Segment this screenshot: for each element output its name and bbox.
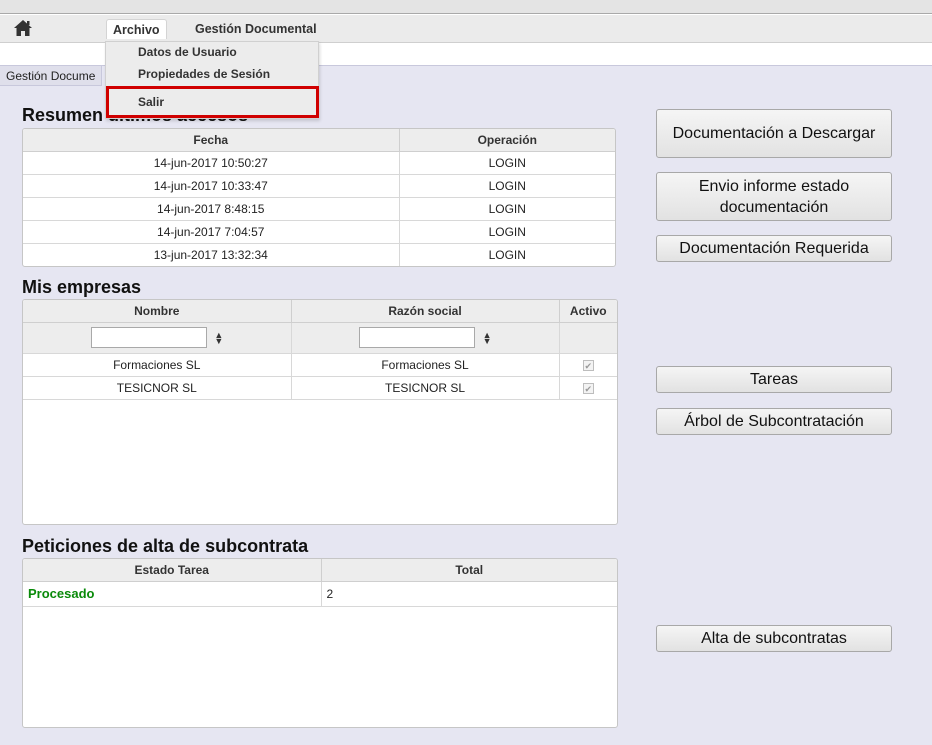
menu-item-propiedades-sesion[interactable]: Propiedades de Sesión [138,67,270,81]
menu-item-datos-usuario[interactable]: Datos de Usuario [138,45,237,59]
empresas-title: Mis empresas [22,277,142,297]
column-header-estado-tarea[interactable]: Estado Tarea [23,559,322,582]
table-row[interactable]: 14-jun-2017 10:33:47 LOGIN [23,174,615,198]
cell-razon-social: Formaciones SL [291,353,560,377]
peticiones-table: Estado Tarea Total Procesado 2 [22,558,618,728]
filter-cell-razon-social: ▲ ▼ [291,322,560,354]
filter-cell-activo [559,322,617,354]
cell-operacion: LOGIN [399,197,615,221]
alta-subcontratas-button[interactable]: Alta de subcontratas [656,625,892,652]
menu-bar: Archivo Gestión Documental [0,15,932,43]
home-icon[interactable] [13,19,33,37]
empresas-table: Nombre Razón social Activo ▲ ▼ ▲ ▼ Forma… [22,299,618,525]
table-row[interactable]: 13-jun-2017 13:32:34 LOGIN [23,243,615,266]
main-content: Gestión Docume Resumen últimos accesos F… [0,65,932,745]
cell-nombre: TESICNOR SL [23,376,292,400]
cell-fecha: 13-jun-2017 13:32:34 [23,243,400,266]
salir-highlight-box [106,86,319,118]
documentacion-requerida-button[interactable]: Documentación Requerida [656,235,892,262]
sort-icon[interactable]: ▲ ▼ [483,330,492,345]
cell-nombre: Formaciones SL [23,353,292,377]
cell-activo: ✔ [559,353,617,377]
cell-estado-tarea: Procesado [23,581,322,607]
cell-activo: ✔ [559,376,617,400]
activo-checkbox[interactable]: ✔ [582,382,594,394]
window-top-strip [0,0,932,14]
nombre-filter-input[interactable] [91,327,208,348]
table-row[interactable]: 14-jun-2017 10:50:27 LOGIN [23,151,615,175]
column-header-operacion[interactable]: Operación [399,129,615,152]
filter-cell-nombre: ▲ ▼ [23,322,292,354]
documentacion-descargar-button[interactable]: Documentación a Descargar [656,109,892,158]
cell-fecha: 14-jun-2017 10:50:27 [23,151,400,175]
arbol-subcontratacion-button[interactable]: Árbol de Subcontratación [656,408,892,435]
cell-razon-social: TESICNOR SL [291,376,560,400]
column-header-total[interactable]: Total [321,559,617,582]
menu-gestion-documental[interactable]: Gestión Documental [189,19,323,39]
menu-archivo[interactable]: Archivo [106,19,167,39]
column-header-activo[interactable]: Activo [559,300,617,323]
sort-icon[interactable]: ▲ ▼ [214,330,223,345]
tab-gestion-documental[interactable]: Gestión Docume [0,66,103,86]
envio-informe-button[interactable]: Envio informe estado documentación [656,172,892,221]
razon-social-filter-input[interactable] [359,327,476,348]
table-row[interactable]: 14-jun-2017 7:04:57 LOGIN [23,220,615,244]
table-row[interactable]: 14-jun-2017 8:48:15 LOGIN [23,197,615,221]
cell-fecha: 14-jun-2017 10:33:47 [23,174,400,198]
cell-fecha: 14-jun-2017 7:04:57 [23,220,400,244]
column-header-nombre[interactable]: Nombre [23,300,292,323]
peticiones-title: Peticiones de alta de subcontrata [22,536,309,556]
column-header-razon-social[interactable]: Razón social [291,300,560,323]
cell-operacion: LOGIN [488,247,526,262]
table-row[interactable]: Formaciones SL Formaciones SL ✔ [23,353,617,377]
activo-checkbox[interactable]: ✔ [582,359,594,371]
table-row[interactable]: TESICNOR SL TESICNOR SL ✔ [23,376,617,400]
cell-operacion: LOGIN [399,174,615,198]
column-header-fecha[interactable]: Fecha [23,129,400,152]
cell-operacion: LOGIN [399,220,615,244]
cell-fecha: 14-jun-2017 8:48:15 [23,197,400,221]
cell-operacion: LOGIN [399,151,615,175]
accesos-table: Fecha Operación 14-jun-2017 10:50:27 LOGI… [22,128,616,267]
cell-total: 2 [321,581,617,607]
table-row[interactable]: Procesado 2 [23,581,617,607]
filter-row: ▲ ▼ ▲ ▼ [23,322,617,354]
tareas-button[interactable]: Tareas [656,366,892,393]
